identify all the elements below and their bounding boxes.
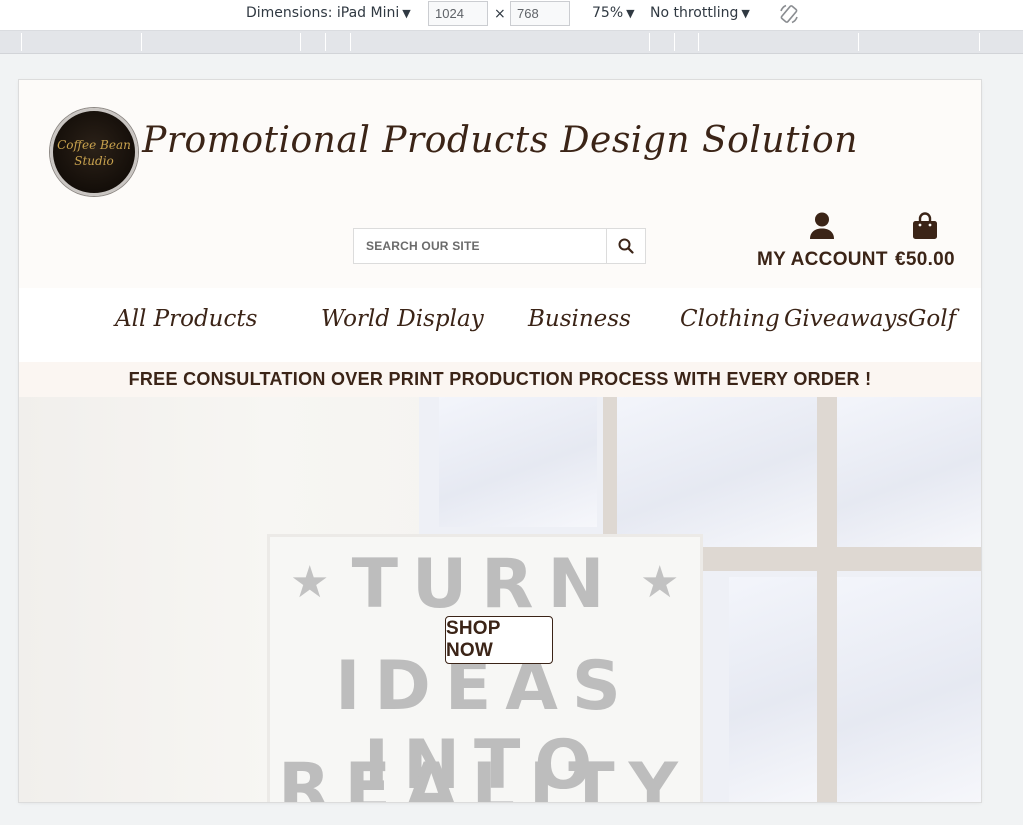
ruler-divider: [698, 33, 699, 51]
throttling-select[interactable]: No throttling ▼: [650, 5, 750, 21]
search-input[interactable]: [354, 229, 607, 263]
nav-item-clothing[interactable]: Clothing: [680, 306, 780, 332]
chevron-down-icon: ▼: [402, 6, 411, 20]
rotate-device-icon[interactable]: [777, 2, 801, 26]
main-nav: All Products World Display Business Clot…: [19, 288, 981, 362]
search-button[interactable]: [606, 229, 645, 263]
dimension-separator: ×: [494, 6, 506, 22]
ruler-divider: [858, 33, 859, 51]
device-dimensions-label: Dimensions: iPad Mini: [246, 5, 400, 21]
chevron-down-icon: ▼: [741, 6, 750, 20]
device-height-input[interactable]: [510, 1, 570, 26]
search-form: [353, 228, 646, 264]
ruler-divider: [300, 33, 301, 51]
zoom-select[interactable]: 75% ▼: [592, 5, 635, 21]
zoom-label: 75%: [592, 5, 624, 21]
my-account-link[interactable]: MY ACCOUNT: [757, 212, 888, 271]
ruler-divider: [979, 33, 980, 51]
user-icon: [810, 212, 835, 239]
lightbox-line-1: TURN: [351, 545, 619, 624]
device-viewport: Coffee Bean Studio Promotional Products …: [19, 80, 981, 802]
nav-item-all-products[interactable]: All Products: [115, 306, 257, 332]
promo-banner: FREE CONSULTATION OVER PRINT PRODUCTION …: [19, 362, 981, 397]
nav-item-giveaways[interactable]: Giveaways: [784, 306, 908, 332]
my-account-label: MY ACCOUNT: [757, 249, 888, 270]
hero-lightbox-sign: ★ ★ TURN IDEAS INTO REALITY: [267, 534, 703, 802]
nav-item-golf[interactable]: Golf: [908, 306, 956, 332]
ruler-divider: [649, 33, 650, 51]
nav-item-world-display[interactable]: World Display: [321, 306, 484, 332]
search-icon: [618, 238, 634, 254]
lightbox-line-3: REALITY: [278, 749, 692, 802]
nav-item-business[interactable]: Business: [528, 306, 631, 332]
hero-banner: ★ ★ TURN IDEAS INTO REALITY SHOP NOW: [19, 397, 981, 802]
ruler-divider: [350, 33, 351, 51]
devtools-device-toolbar: Dimensions: iPad Mini ▼ × 75% ▼ No throt…: [0, 0, 1023, 31]
cart-total: €50.00: [895, 249, 955, 270]
shop-now-button[interactable]: SHOP NOW: [445, 616, 553, 664]
shopping-bag-link[interactable]: €50.00: [895, 212, 955, 271]
ruler-divider: [674, 33, 675, 51]
chevron-down-icon: ▼: [626, 6, 635, 20]
media-query-ruler[interactable]: [0, 31, 1023, 54]
ruler-divider: [325, 33, 326, 51]
device-dimensions-select[interactable]: Dimensions: iPad Mini ▼: [246, 5, 411, 21]
site-title: Promotional Products Design Solution: [142, 120, 858, 161]
ruler-divider: [141, 33, 142, 51]
throttling-label: No throttling: [650, 5, 739, 21]
device-width-input[interactable]: [428, 1, 488, 26]
shopping-bag-icon: [912, 212, 937, 239]
ruler-divider: [21, 33, 22, 51]
